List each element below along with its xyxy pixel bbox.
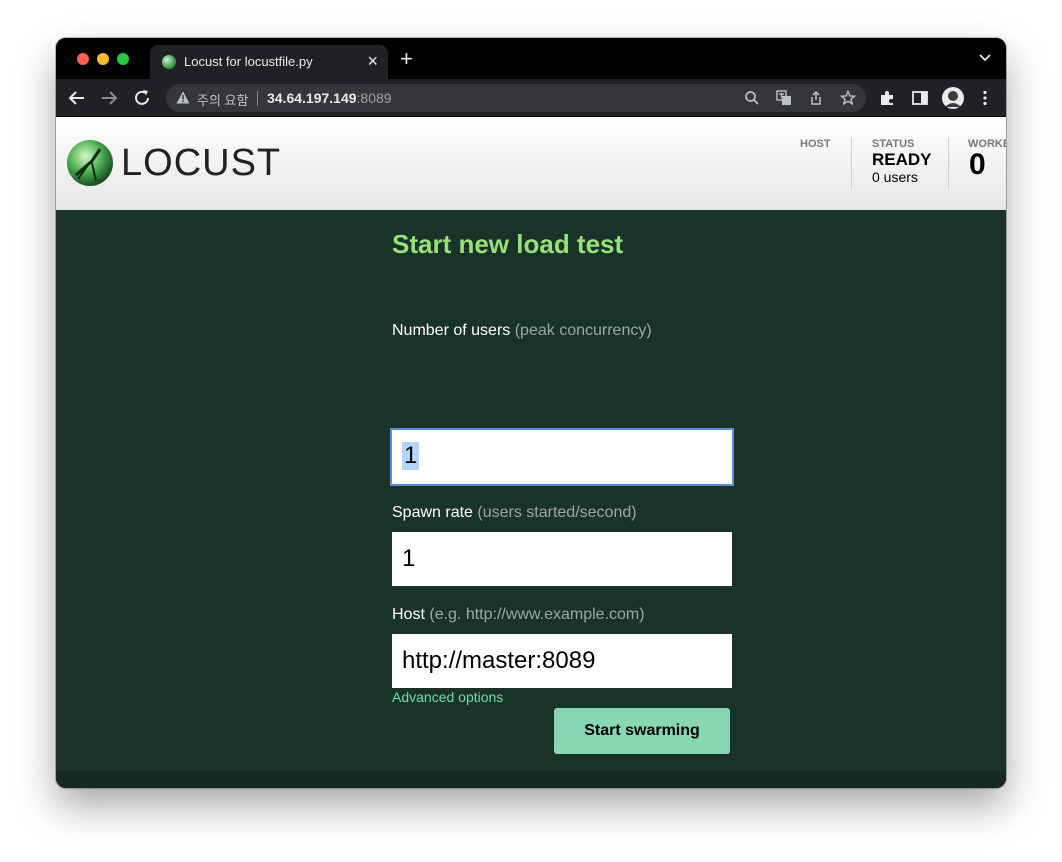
status-users: 0 users — [872, 169, 918, 185]
locust-logo-text: LOCUST — [121, 142, 282, 184]
host-field-label: Host (e.g. http://www.example.com) — [392, 606, 645, 624]
spawn-rate-input[interactable] — [392, 532, 732, 586]
users-hint-text: (peak concurrency) — [514, 322, 652, 339]
page-footer — [56, 771, 1006, 788]
url-port: :8089 — [356, 90, 392, 106]
stat-separator — [851, 137, 852, 189]
form-title: Start new load test — [392, 229, 624, 259]
stat-separator — [948, 137, 949, 189]
users-input-value: 1 — [402, 442, 420, 470]
status-label: STATUS — [872, 138, 915, 150]
users-label-text: Number of users — [392, 322, 511, 339]
page-content: LOCUST HOST STATUS READY 0 users WORKERS… — [56, 117, 1006, 788]
browser-tab[interactable]: Locust for locustfile.py × — [150, 45, 388, 79]
url-text[interactable]: 34.64.197.149:8089 — [267, 90, 392, 106]
zoom-window-button[interactable] — [117, 53, 129, 65]
close-window-button[interactable] — [77, 53, 89, 65]
search-icon[interactable] — [744, 90, 760, 106]
browser-window: Locust for locustfile.py × + 주의 요함 34.64… — [56, 38, 1006, 788]
warning-icon[interactable] — [176, 91, 190, 104]
kebab-menu-icon[interactable] — [976, 89, 994, 107]
advanced-options-link[interactable]: Advanced options — [392, 689, 503, 705]
start-swarming-button[interactable]: Start swarming — [554, 708, 730, 754]
locust-favicon-icon — [162, 55, 176, 69]
url-host: 34.64.197.149 — [267, 90, 357, 106]
extensions-puzzle-icon[interactable] — [878, 89, 896, 107]
address-separator — [257, 91, 258, 106]
spawn-hint-text: (users started/second) — [477, 504, 637, 521]
host-label: HOST — [800, 138, 831, 150]
tab-strip: Locust for locustfile.py × + — [56, 38, 1006, 79]
bookmark-star-icon[interactable] — [840, 90, 856, 106]
locust-logo-icon — [67, 140, 113, 186]
host-hint-text: (e.g. http://www.example.com) — [429, 606, 645, 623]
profile-face-icon — [945, 91, 961, 107]
minimize-window-button[interactable] — [97, 53, 109, 65]
side-panel-icon[interactable] — [911, 89, 929, 107]
security-warning-text[interactable]: 주의 요함 — [197, 90, 248, 109]
tab-close-icon[interactable]: × — [367, 51, 378, 71]
host-input[interactable] — [392, 634, 732, 688]
spawn-rate-field-label: Spawn rate (users started/second) — [392, 504, 637, 522]
browser-toolbar: 주의 요함 34.64.197.149:8089 — [56, 79, 1006, 117]
address-bar[interactable]: 주의 요함 34.64.197.149:8089 — [166, 84, 866, 112]
translate-icon[interactable] — [776, 90, 792, 106]
new-tab-button[interactable]: + — [400, 48, 413, 70]
workers-value: 0 — [969, 148, 986, 181]
host-label-text: Host — [392, 606, 425, 623]
back-arrow-icon[interactable] — [66, 87, 88, 109]
profile-avatar[interactable] — [942, 87, 964, 109]
tab-title: Locust for locustfile.py — [184, 54, 313, 69]
reload-icon[interactable] — [131, 87, 153, 109]
footer-link[interactable]: A — [999, 783, 1006, 788]
chevron-down-icon[interactable] — [978, 51, 992, 65]
status-value: READY — [872, 150, 932, 169]
share-icon[interactable] — [808, 90, 824, 106]
locust-header: LOCUST HOST STATUS READY 0 users WORKERS… — [56, 117, 1006, 210]
number-of-users-input[interactable]: 1 — [390, 428, 734, 486]
users-field-label: Number of users (peak concurrency) — [392, 322, 652, 340]
spawn-label-text: Spawn rate — [392, 504, 473, 521]
forward-arrow-icon[interactable] — [98, 87, 120, 109]
